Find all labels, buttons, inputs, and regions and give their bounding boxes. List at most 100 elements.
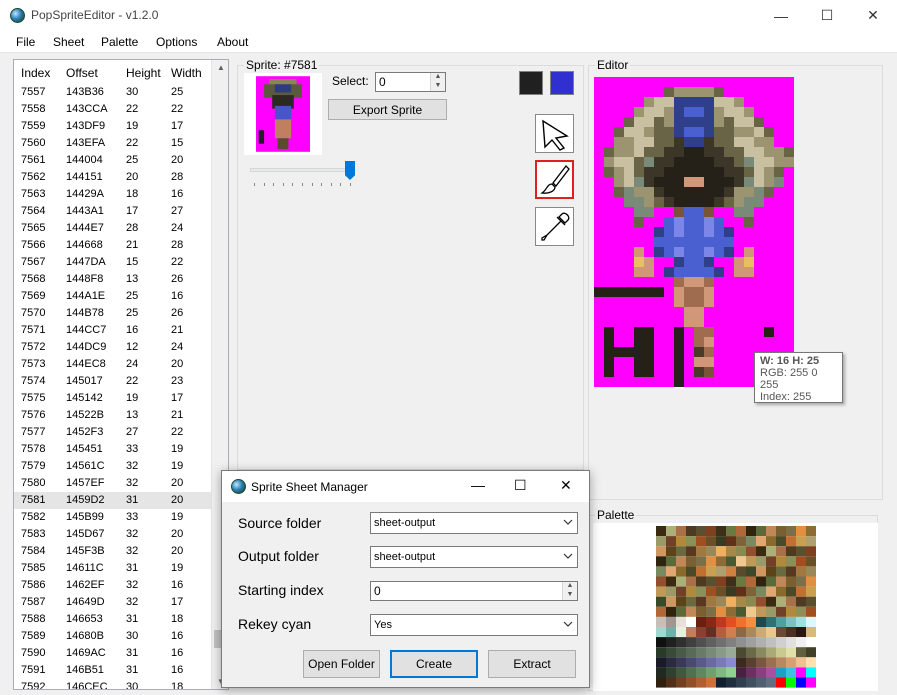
- palette-swatch[interactable]: [766, 637, 776, 648]
- palette-swatch[interactable]: [716, 627, 726, 638]
- palette-swatch[interactable]: [656, 596, 666, 607]
- spin-down-icon[interactable]: ▼: [563, 591, 577, 600]
- table-row[interactable]: 7565 1444E7 28 24: [14, 220, 212, 237]
- open-folder-button[interactable]: Open Folder: [303, 650, 380, 678]
- palette-swatch[interactable]: [656, 637, 666, 648]
- pixel-editor-canvas[interactable]: [594, 77, 794, 387]
- table-row[interactable]: 7586 1462EF 32 16: [14, 577, 212, 594]
- table-row[interactable]: 7587 14649D 32 17: [14, 594, 212, 611]
- palette-swatch[interactable]: [736, 566, 746, 577]
- table-row[interactable]: 7591 146B51 31 16: [14, 662, 212, 679]
- palette-swatch[interactable]: [786, 526, 796, 537]
- palette-swatch[interactable]: [676, 586, 686, 597]
- table-row[interactable]: 7592 146CEC 30 18: [14, 679, 212, 689]
- table-row[interactable]: 7566 144668 21 28: [14, 237, 212, 254]
- zoom-slider-track[interactable]: [250, 168, 354, 172]
- table-row[interactable]: 7578 145451 33 19: [14, 441, 212, 458]
- palette-swatch[interactable]: [796, 667, 806, 678]
- table-row[interactable]: 7581 1459D2 31 20: [14, 492, 212, 509]
- palette-swatch[interactable]: [746, 586, 756, 597]
- table-row[interactable]: 7588 146653 31 18: [14, 611, 212, 628]
- brush-tool-button[interactable]: [535, 160, 574, 199]
- palette-swatch[interactable]: [686, 586, 696, 597]
- palette-swatch[interactable]: [776, 627, 786, 638]
- palette-swatch[interactable]: [736, 556, 746, 567]
- palette-swatch[interactable]: [736, 637, 746, 648]
- spin-down-icon[interactable]: ▼: [431, 82, 445, 91]
- sprite-select-value[interactable]: 0: [379, 75, 386, 89]
- palette-swatch[interactable]: [786, 566, 796, 577]
- palette-swatch[interactable]: [806, 616, 816, 627]
- palette-swatch[interactable]: [656, 657, 666, 668]
- table-row[interactable]: 7564 1443A1 17 27: [14, 203, 212, 220]
- palette-swatch[interactable]: [656, 667, 666, 678]
- palette-swatch[interactable]: [696, 546, 706, 557]
- palette-swatch[interactable]: [796, 677, 806, 688]
- palette-swatch[interactable]: [806, 526, 816, 537]
- palette-swatch[interactable]: [756, 566, 766, 577]
- create-button[interactable]: Create: [390, 650, 478, 678]
- palette-swatch[interactable]: [706, 657, 716, 668]
- palette-swatch[interactable]: [726, 546, 736, 557]
- palette-swatch[interactable]: [736, 576, 746, 587]
- palette-swatch[interactable]: [696, 536, 706, 547]
- palette-swatch[interactable]: [696, 667, 706, 678]
- palette-swatch[interactable]: [766, 606, 776, 617]
- table-row[interactable]: 7576 14522B 13 21: [14, 407, 212, 424]
- palette-swatch[interactable]: [746, 616, 756, 627]
- table-row[interactable]: 7560 143EFA 22 15: [14, 135, 212, 152]
- palette-swatch[interactable]: [686, 647, 696, 658]
- palette-swatch[interactable]: [716, 637, 726, 648]
- palette-swatch[interactable]: [716, 596, 726, 607]
- palette-swatch[interactable]: [716, 526, 726, 537]
- eyedropper-tool-button[interactable]: [535, 207, 574, 246]
- table-row[interactable]: 7562 144151 20 28: [14, 169, 212, 186]
- palette-swatch[interactable]: [666, 627, 676, 638]
- palette-swatch[interactable]: [756, 627, 766, 638]
- palette-swatch[interactable]: [686, 546, 696, 557]
- palette-swatch[interactable]: [686, 616, 696, 627]
- maximize-button[interactable]: ☐: [804, 0, 850, 31]
- sprite-select-spinner[interactable]: 0 ▲ ▼: [375, 72, 446, 92]
- palette-swatch[interactable]: [796, 586, 806, 597]
- palette-swatch[interactable]: [776, 596, 786, 607]
- palette-swatch[interactable]: [686, 627, 696, 638]
- palette-swatch[interactable]: [676, 657, 686, 668]
- palette-swatch[interactable]: [766, 647, 776, 658]
- palette-swatch[interactable]: [756, 677, 766, 688]
- column-height[interactable]: Height: [126, 66, 161, 80]
- palette-swatch[interactable]: [656, 677, 666, 688]
- table-row[interactable]: 7580 1457EF 32 20: [14, 475, 212, 492]
- palette-swatch[interactable]: [656, 546, 666, 557]
- palette-swatch[interactable]: [666, 546, 676, 557]
- palette-swatch[interactable]: [686, 657, 696, 668]
- palette-swatch[interactable]: [776, 606, 786, 617]
- palette-swatch[interactable]: [736, 536, 746, 547]
- table-row[interactable]: 7567 1447DA 15 22: [14, 254, 212, 271]
- palette-swatch[interactable]: [686, 536, 696, 547]
- palette-swatch[interactable]: [656, 566, 666, 577]
- close-button[interactable]: ✕: [850, 0, 896, 31]
- scroll-up-icon[interactable]: ▲: [217, 63, 225, 72]
- palette-swatch[interactable]: [706, 606, 716, 617]
- palette-swatch[interactable]: [776, 586, 786, 597]
- table-row[interactable]: 7557 143B36 30 25: [14, 84, 212, 101]
- secondary-color-swatch[interactable]: [550, 71, 574, 95]
- palette-swatch[interactable]: [726, 556, 736, 567]
- palette-swatch[interactable]: [786, 606, 796, 617]
- table-row[interactable]: 7577 1452F3 27 22: [14, 424, 212, 441]
- palette-swatch[interactable]: [676, 616, 686, 627]
- palette-swatch[interactable]: [716, 606, 726, 617]
- palette-swatch[interactable]: [806, 637, 816, 648]
- palette-swatch[interactable]: [696, 526, 706, 537]
- palette-swatch[interactable]: [756, 556, 766, 567]
- palette-swatch[interactable]: [806, 667, 816, 678]
- table-row[interactable]: 7583 145D67 32 20: [14, 526, 212, 543]
- palette-swatch[interactable]: [786, 677, 796, 688]
- dialog-maximize-button[interactable]: ☐: [514, 477, 527, 494]
- palette-swatch[interactable]: [726, 526, 736, 537]
- table-row[interactable]: 7582 145B99 33 19: [14, 509, 212, 526]
- palette-swatch[interactable]: [656, 576, 666, 587]
- palette-swatch[interactable]: [706, 667, 716, 678]
- table-row[interactable]: 7590 1469AC 31 16: [14, 645, 212, 662]
